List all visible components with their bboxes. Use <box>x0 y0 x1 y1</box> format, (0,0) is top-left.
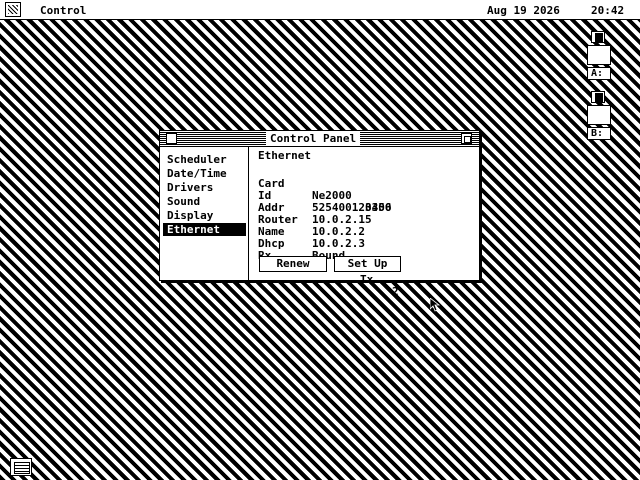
tx-value: 2 <box>392 285 399 298</box>
card-row: Card Ne2000 0300 <box>258 166 392 214</box>
sidebar-item-display[interactable]: Display <box>163 209 246 222</box>
drive-body <box>587 105 611 125</box>
drive-a-icon[interactable]: A: <box>587 31 611 83</box>
name-row: Name 10.0.2.3 <box>258 214 365 250</box>
floppy-slot-icon <box>591 31 605 43</box>
traffic-row: Rx 2 Tx 2 <box>258 238 399 298</box>
sidebar-item-datetime[interactable]: Date/Time <box>163 167 246 180</box>
window-title: Control Panel <box>266 132 361 146</box>
menu-app-name[interactable]: Control <box>40 4 86 17</box>
document-icon[interactable] <box>10 458 32 476</box>
drive-a-label: A: <box>587 67 611 80</box>
zoom-box-icon[interactable] <box>461 133 472 144</box>
panel-heading: Ethernet <box>258 149 311 162</box>
router-row: Router 10.0.2.2 <box>258 202 365 238</box>
drive-body <box>587 45 611 65</box>
drive-b-label: B: <box>587 127 611 140</box>
addr-row: Addr 10.0.2.15 <box>258 190 372 226</box>
dhcp-row: Dhcp Bound <box>258 226 345 262</box>
sidebar-item-drivers[interactable]: Drivers <box>163 181 246 194</box>
clock-time: 20:42 <box>591 4 625 17</box>
id-row: Id 525400123456 <box>258 178 391 214</box>
sidebar-item-ethernet[interactable]: Ethernet <box>163 223 246 236</box>
menu-bar: Control Aug 19 2026 20:42 <box>0 0 640 20</box>
ethernet-panel: Ethernet Card Ne2000 0300 Id 52540012345… <box>250 147 479 298</box>
system-menu-icon[interactable] <box>5 2 21 17</box>
control-panel-window: Control Panel Scheduler Date/Time Driver… <box>159 130 480 298</box>
tx-label: Tx <box>360 273 374 286</box>
window-titlebar[interactable]: Control Panel <box>160 131 479 147</box>
clock-date: Aug 19 2026 <box>487 4 560 17</box>
floppy-slot-icon <box>591 91 605 103</box>
sidebar-item-scheduler[interactable]: Scheduler <box>163 153 246 166</box>
set-up-button[interactable]: Set Up <box>334 256 401 272</box>
category-list: Scheduler Date/Time Drivers Sound Displa… <box>160 147 249 280</box>
mouse-pointer-icon <box>430 298 440 312</box>
renew-button[interactable]: Renew <box>259 256 327 272</box>
drive-b-icon[interactable]: B: <box>587 91 611 143</box>
sidebar-item-sound[interactable]: Sound <box>163 195 246 208</box>
close-box-icon[interactable] <box>166 133 177 144</box>
